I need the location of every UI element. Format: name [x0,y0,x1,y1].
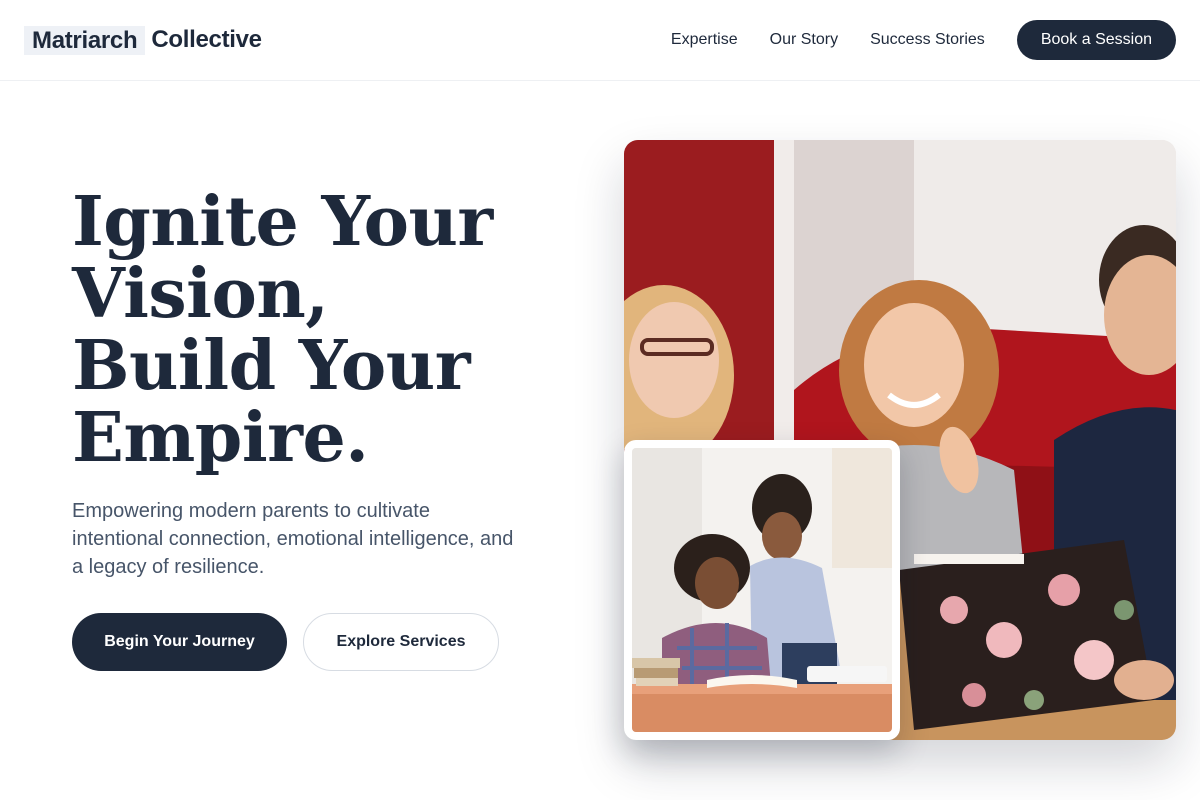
hero-subtext: Empowering modern parents to cultivate i… [72,500,514,578]
site-header: Matriarch Collective Expertise Our Story… [0,0,1200,81]
headline-line: Ignite Your [72,182,493,262]
headline-line: Empire. [72,398,369,478]
logo-text-collective: Collective [151,26,262,53]
nav-link-our-story[interactable]: Our Story [770,31,838,49]
hero-headline: Ignite Your Vision, Build Your Empire. [72,186,592,474]
study-photo-illustration [632,448,892,732]
explore-services-button[interactable]: Explore Services [303,613,499,671]
main-nav: Expertise Our Story Success Stories Book… [671,20,1176,60]
nav-link-expertise[interactable]: Expertise [671,31,738,49]
logo[interactable]: Matriarch Collective [24,25,262,55]
inset-study-photo [624,440,900,740]
headline-line: Build Your [72,326,471,406]
headline-line: Vision, [72,254,329,334]
begin-journey-button[interactable]: Begin Your Journey [72,613,287,671]
book-session-button[interactable]: Book a Session [1016,20,1176,60]
logo-text-matriarch: Matriarch [24,25,146,55]
inset-photo-frame [632,448,892,732]
nav-link-success-stories[interactable]: Success Stories [870,31,985,49]
